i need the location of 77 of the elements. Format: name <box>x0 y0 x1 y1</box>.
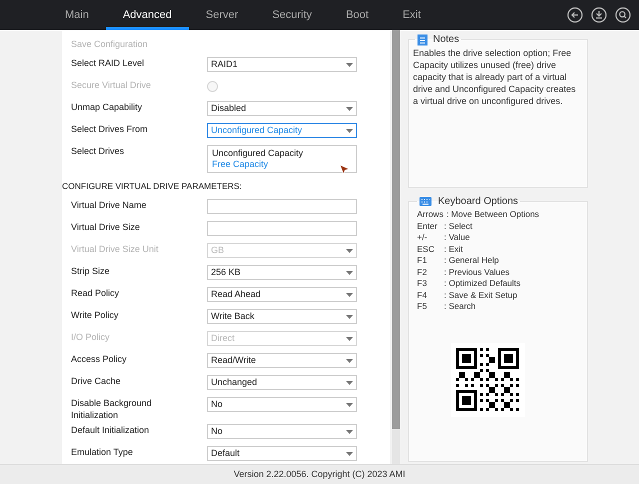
dropdown[interactable]: Read/Write <box>207 353 357 368</box>
field-label: Read Policy <box>71 287 120 299</box>
download-icon[interactable] <box>591 7 607 23</box>
caret-icon <box>346 336 353 340</box>
caret-icon <box>346 62 353 66</box>
key-action: : General Help <box>444 255 499 266</box>
field-label: Select Drives From <box>71 123 149 135</box>
key-action: : Move Between Options <box>446 209 540 220</box>
field-label: Save Configuration <box>71 38 149 50</box>
key-action: : Exit <box>444 244 463 255</box>
caret-icon <box>346 106 353 110</box>
dropdown[interactable]: 256 KB <box>207 265 357 280</box>
field-label: Virtual Drive Name <box>71 199 148 211</box>
key-action: : Value <box>444 232 470 244</box>
list-option[interactable]: Unconfigured Capacity <box>212 148 352 159</box>
caret-icon <box>346 402 353 406</box>
key-name: F4 <box>417 290 428 301</box>
dropdown[interactable]: Read Ahead <box>207 287 357 302</box>
caret-icon <box>346 248 353 252</box>
field-label: Virtual Drive Size <box>71 221 141 233</box>
key-name: +/- <box>417 232 428 244</box>
field-label: Default Initialization <box>71 424 150 436</box>
caret-icon <box>346 452 353 456</box>
field-label: I/O Policy <box>71 331 111 343</box>
field-label: Disable Background Initialization <box>71 397 153 421</box>
caret-icon <box>346 270 353 274</box>
field-label: Unmap Capability <box>71 101 144 113</box>
menu-tab[interactable]: Security <box>255 0 329 30</box>
notes-title: Notes <box>433 33 460 47</box>
caret-icon <box>346 292 353 296</box>
key-name: F1 <box>417 255 428 266</box>
back-icon[interactable] <box>567 7 583 23</box>
caret-icon <box>346 358 353 362</box>
keyboard-options-title: Keyboard Options <box>438 195 518 209</box>
field-label: Strip Size <box>71 265 111 277</box>
list-option[interactable]: Free Capacity <box>212 159 352 170</box>
key-action: : Save & Exit Setup <box>444 290 518 301</box>
key-name: ESC <box>417 244 436 255</box>
field-label: Write Policy <box>71 309 120 321</box>
key-action: : Optimized Defaults <box>444 278 521 290</box>
menu-tab[interactable]: Server <box>188 0 256 30</box>
key-name: F5 <box>417 301 428 312</box>
dropdown[interactable]: Disabled <box>207 101 357 116</box>
footer-version-text: Version 2.22.0056. Copyright (C) 2023 AMI <box>234 468 406 481</box>
key-action: : Previous Values <box>444 266 510 278</box>
dropdown[interactable]: Default <box>207 446 357 461</box>
dropdown[interactable]: Unconfigured Capacity <box>207 123 357 138</box>
field-label: Access Policy <box>71 353 128 365</box>
key-name: Arrows <box>417 209 444 220</box>
caret-icon <box>346 380 353 384</box>
field-label: Virtual Drive Size Unit <box>71 243 160 255</box>
field-label: Select RAID Level <box>71 57 146 69</box>
caret-icon <box>346 314 353 318</box>
key-action: : Search <box>444 301 476 312</box>
field-label: Emulation Type <box>71 446 134 458</box>
field-label: Secure Virtual Drive <box>71 79 152 91</box>
dropdown[interactable]: No <box>207 424 357 439</box>
field-label: Select Drives <box>71 145 126 157</box>
notes-text: Enables the drive selection option; Free Capacity utilizes unused (free) drive capacity that is already part of a virtual drive and Unconfigured Capacity creates a virtual drive on unconfigured drives. <box>413 47 577 107</box>
menu-tab[interactable]: Boot <box>328 0 386 30</box>
dropdown[interactable]: Write Back <box>207 309 357 324</box>
key-name: F2 <box>417 266 428 278</box>
text-input-field[interactable] <box>207 221 357 236</box>
text-input-field[interactable] <box>207 199 357 214</box>
key-name: Enter <box>417 220 438 232</box>
dropdown[interactable]: No <box>207 397 357 412</box>
search-icon[interactable] <box>615 7 631 23</box>
caret-icon <box>346 430 353 434</box>
dropdown[interactable]: Unchanged <box>207 375 357 390</box>
field-label: Drive Cache <box>71 375 122 387</box>
key-name: F3 <box>417 278 428 290</box>
dropdown[interactable]: RAID1 <box>207 57 357 72</box>
menu-tab[interactable]: Exit <box>386 0 438 30</box>
section-heading: CONFIGURE VIRTUAL DRIVE PARAMETERS: <box>62 180 243 193</box>
menu-tab[interactable]: Main <box>48 0 106 30</box>
key-action: : Select <box>444 220 472 232</box>
caret-icon <box>346 128 353 132</box>
